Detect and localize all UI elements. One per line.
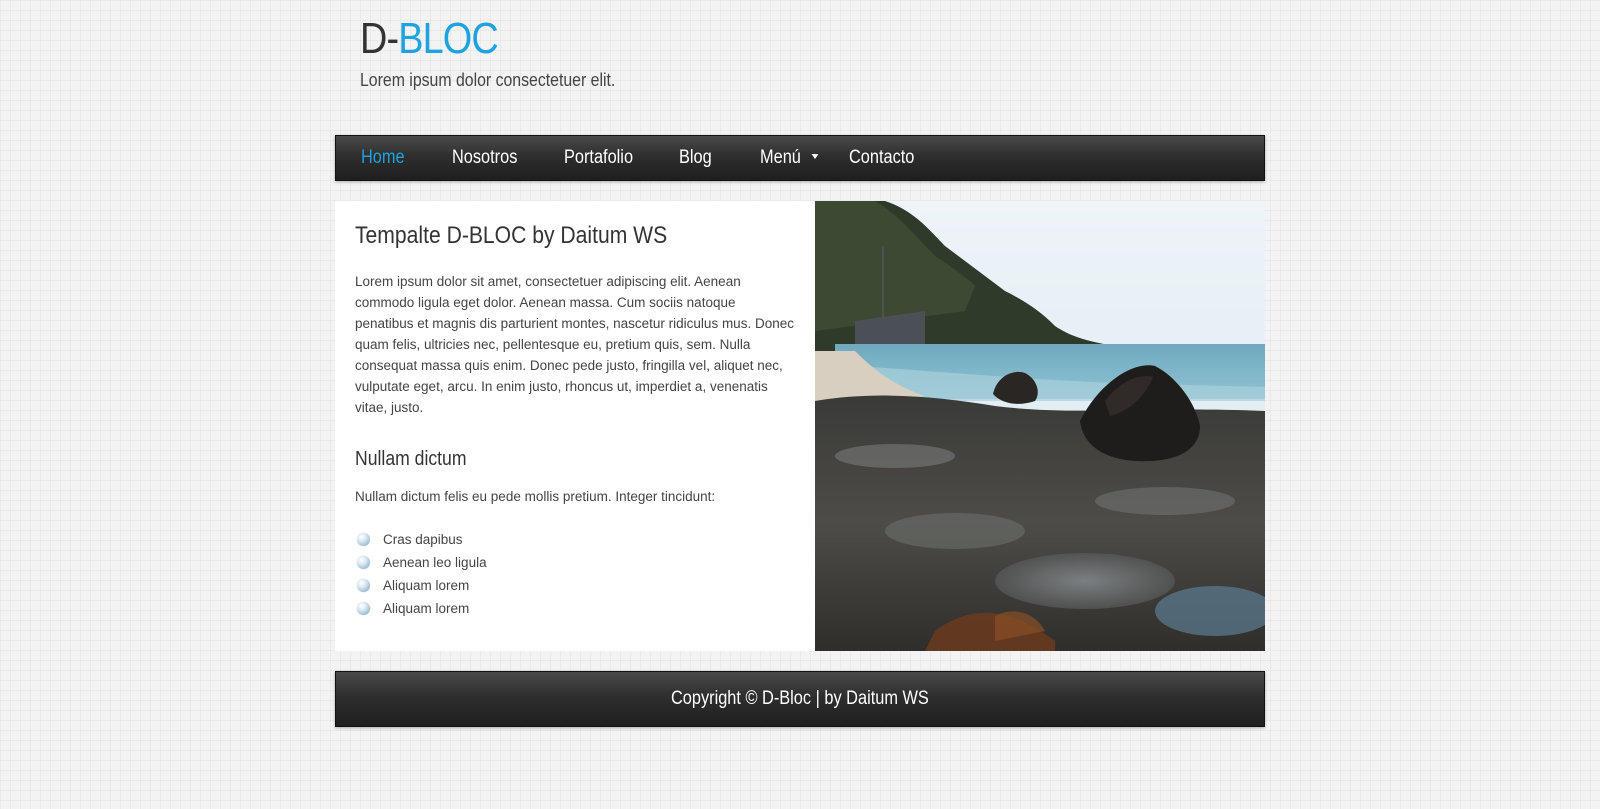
- bullet-icon: [357, 579, 370, 592]
- nav-item-contacto[interactable]: Contacto: [849, 147, 914, 169]
- site-logo[interactable]: D-BLOC: [360, 14, 499, 64]
- bullet-icon: [357, 602, 370, 615]
- list-item-text: Aenean leo ligula: [383, 555, 487, 570]
- list-item: Cras dapibus: [355, 528, 795, 551]
- article: Tempalte D-BLOC by Daitum WS Lorem ipsum…: [335, 201, 815, 651]
- article-title: Tempalte D-BLOC by Daitum WS: [355, 222, 668, 249]
- nav-item-home[interactable]: Home: [361, 147, 405, 169]
- beach-photo: [815, 201, 1265, 651]
- bullet-list: Cras dapibus Aenean leo ligula Aliquam l…: [355, 528, 795, 620]
- section-subtext: Nullam dictum felis eu pede mollis preti…: [355, 489, 716, 504]
- list-item-text: Cras dapibus: [383, 532, 463, 547]
- nav-item-blog[interactable]: Blog: [679, 147, 712, 169]
- list-item-text: Aliquam lorem: [383, 601, 470, 616]
- logo-accent: BLOC: [398, 14, 498, 63]
- site-header: D-BLOC Lorem ipsum dolor consectetuer el…: [335, 0, 1265, 135]
- nav-item-nosotros[interactable]: Nosotros: [452, 147, 517, 169]
- main-nav: Home Nosotros Portafolio Blog Menú Conta…: [335, 135, 1265, 181]
- nav-item-menu[interactable]: Menú: [760, 147, 819, 169]
- section-subtitle: Nullam dictum: [355, 448, 467, 470]
- bullet-icon: [357, 556, 370, 569]
- list-item-text: Aliquam lorem: [383, 578, 470, 593]
- nav-item-portafolio[interactable]: Portafolio: [564, 147, 633, 169]
- logo-prefix: D-: [360, 14, 399, 63]
- site-tagline: Lorem ipsum dolor consectetuer elit.: [360, 70, 616, 90]
- chevron-down-icon: [811, 154, 819, 159]
- footer-copyright: Copyright © D-Bloc | by Daitum WS: [671, 688, 929, 709]
- page-wrapper: D-BLOC Lorem ipsum dolor consectetuer el…: [335, 0, 1265, 727]
- list-item: Aliquam lorem: [355, 597, 795, 620]
- list-item: Aliquam lorem: [355, 574, 795, 597]
- main-content: Tempalte D-BLOC by Daitum WS Lorem ipsum…: [335, 201, 1265, 651]
- site-footer: Copyright © D-Bloc | by Daitum WS: [335, 671, 1265, 727]
- bullet-icon: [357, 533, 370, 546]
- nav-item-menu-label: Menú: [760, 147, 801, 168]
- list-item: Aenean leo ligula: [355, 551, 795, 574]
- article-paragraph: Lorem ipsum dolor sit amet, consectetuer…: [355, 274, 794, 415]
